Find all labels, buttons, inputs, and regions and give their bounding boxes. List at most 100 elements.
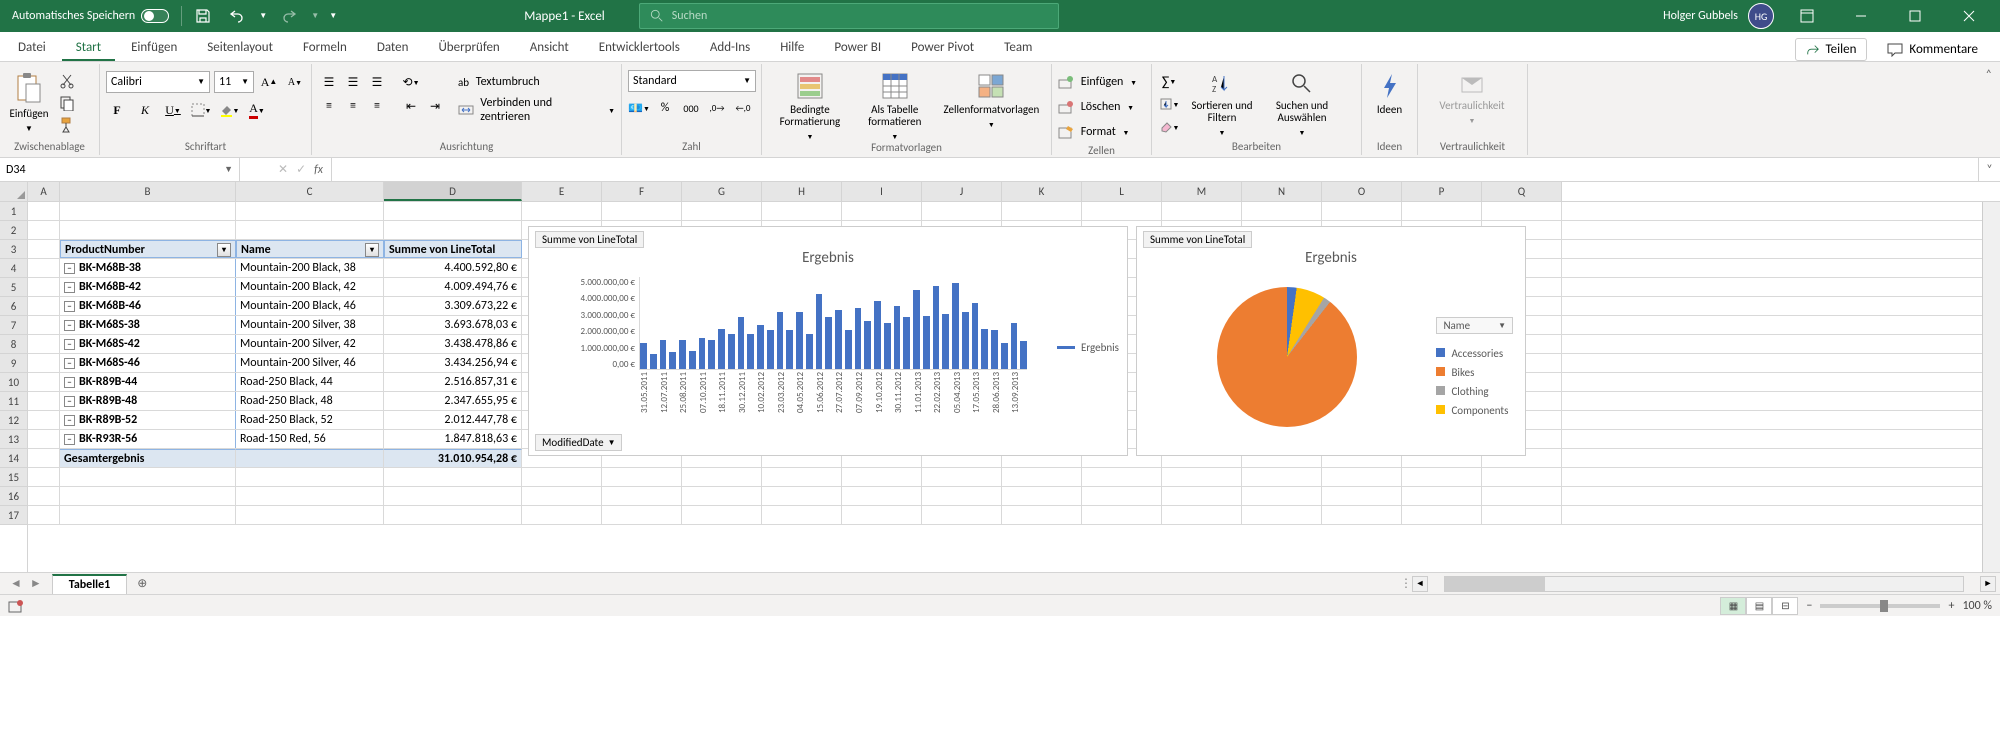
cell[interactable] [602,202,682,220]
row-header[interactable]: 12 [0,411,27,430]
italic-icon[interactable]: K [134,99,156,121]
wrap-text-button[interactable]: ab Textumbruch [458,70,615,94]
cell[interactable]: Road-250 Black, 44 [236,373,384,391]
cell[interactable]: Mountain-200 Black, 38 [236,259,384,277]
col-header[interactable]: H [762,182,842,201]
enter-formula-icon[interactable]: ✓ [296,162,306,177]
cell[interactable] [1162,202,1242,220]
col-header[interactable]: D [384,182,522,201]
cell[interactable]: 31.010.954,28 € [384,449,522,467]
cell[interactable]: −BK-R89B-52 [60,411,236,429]
cell[interactable] [384,221,522,239]
undo-dropdown-icon[interactable]: ▼ [256,1,270,31]
format-table-button[interactable]: Als Tabelle formatieren▼ [856,70,934,141]
cell[interactable] [1082,506,1162,524]
cell[interactable] [1482,202,1562,220]
redo-dropdown-icon[interactable]: ▼ [308,1,322,31]
zoom-level[interactable]: 100 % [1962,599,1992,613]
cell[interactable] [28,221,60,239]
number-format-combo[interactable]: Standard▼ [628,70,756,92]
col-header[interactable]: M [1162,182,1242,201]
row-header[interactable]: 3 [0,240,27,259]
cell[interactable]: 2.516.857,31 € [384,373,522,391]
vertical-scrollbar[interactable] [1982,202,2000,572]
toggle-switch[interactable] [141,9,169,23]
cell[interactable]: 2.347.655,95 € [384,392,522,410]
filter-icon[interactable]: ▾ [365,243,379,257]
find-select-button[interactable]: Suchen und Auswählen▼ [1264,70,1340,137]
zoom-out-icon[interactable]: − [1806,599,1812,613]
row-header[interactable]: 4 [0,259,27,278]
col-header[interactable]: O [1322,182,1402,201]
cell[interactable] [1402,487,1482,505]
cell[interactable] [384,506,522,524]
comments-button[interactable]: Kommentare [1877,38,1988,61]
col-header[interactable]: G [682,182,762,201]
collapse-icon[interactable]: − [64,434,75,445]
cell[interactable]: Road-250 Black, 52 [236,411,384,429]
col-header[interactable]: Q [1482,182,1562,201]
cell[interactable] [762,202,842,220]
ribbon-tab-power bi[interactable]: Power BI [820,34,895,61]
cell[interactable] [1322,468,1402,486]
fill-color-icon[interactable]: ▼ [218,99,240,121]
decrease-indent-icon[interactable]: ⇤ [400,95,422,117]
cell[interactable]: Mountain-200 Black, 42 [236,278,384,296]
col-header[interactable]: A [28,182,60,201]
row-header[interactable]: 7 [0,316,27,335]
cell[interactable]: Mountain-200 Black, 46 [236,297,384,315]
col-header[interactable]: P [1402,182,1482,201]
cell[interactable] [682,468,762,486]
paste-button[interactable]: Einfügen ▼ [6,70,52,134]
collapse-icon[interactable]: − [64,301,75,312]
ribbon-tab-hilfe[interactable]: Hilfe [766,34,818,61]
select-all-corner[interactable] [0,182,27,202]
cell[interactable] [1322,487,1402,505]
cell[interactable] [762,468,842,486]
collapse-icon[interactable]: − [64,282,75,293]
qat-customize-icon[interactable]: ▼ [326,1,340,31]
cell[interactable] [842,468,922,486]
cell[interactable] [1242,468,1322,486]
filter-icon[interactable]: ▾ [217,243,231,257]
collapse-icon[interactable]: − [64,396,75,407]
ribbon-tab-add-ins[interactable]: Add-Ins [696,34,764,61]
ribbon-tab-daten[interactable]: Daten [363,34,423,61]
orientation-icon[interactable]: ⟲▼ [400,71,422,93]
cell[interactable]: 3.438.478,86 € [384,335,522,353]
cell[interactable]: −BK-M68S-42 [60,335,236,353]
cell[interactable] [28,354,60,372]
ribbon-tab-einfügen[interactable]: Einfügen [117,34,191,61]
align-middle-icon[interactable]: ☰ [342,71,364,93]
cell[interactable] [28,430,60,448]
cell[interactable] [1082,202,1162,220]
cell[interactable]: 3.693.678,03 € [384,316,522,334]
minimize-icon[interactable] [1836,0,1886,32]
row-header[interactable]: 13 [0,430,27,449]
col-header[interactable]: I [842,182,922,201]
col-header[interactable]: B [60,182,236,201]
cell[interactable] [236,202,384,220]
page-layout-view-icon[interactable]: ▤ [1746,597,1772,615]
cell[interactable] [384,468,522,486]
cell[interactable] [236,487,384,505]
redo-icon[interactable] [274,1,304,31]
autosum-icon[interactable]: ∑ ▼ [1158,70,1180,92]
cell[interactable] [602,487,682,505]
sensitivity-button[interactable]: Vertraulichkeit▼ [1424,70,1520,125]
insert-cells-button[interactable]: Einfügen ▼ [1058,70,1137,94]
cell[interactable] [1402,202,1482,220]
row-header[interactable]: 17 [0,506,27,525]
cell[interactable] [1162,506,1242,524]
sheet-tab-active[interactable]: Tabelle1 [52,574,127,594]
collapse-icon[interactable]: − [64,377,75,388]
font-family-combo[interactable]: Calibri▼ [106,71,210,93]
macro-record-icon[interactable] [8,599,24,613]
row-header[interactable]: 1 [0,202,27,221]
cell[interactable] [60,468,236,486]
cell[interactable] [236,468,384,486]
row-header[interactable]: 8 [0,335,27,354]
increase-indent-icon[interactable]: ⇥ [424,95,446,117]
row-header[interactable]: 10 [0,373,27,392]
sheet-prev-icon[interactable]: ◄ [10,576,22,591]
